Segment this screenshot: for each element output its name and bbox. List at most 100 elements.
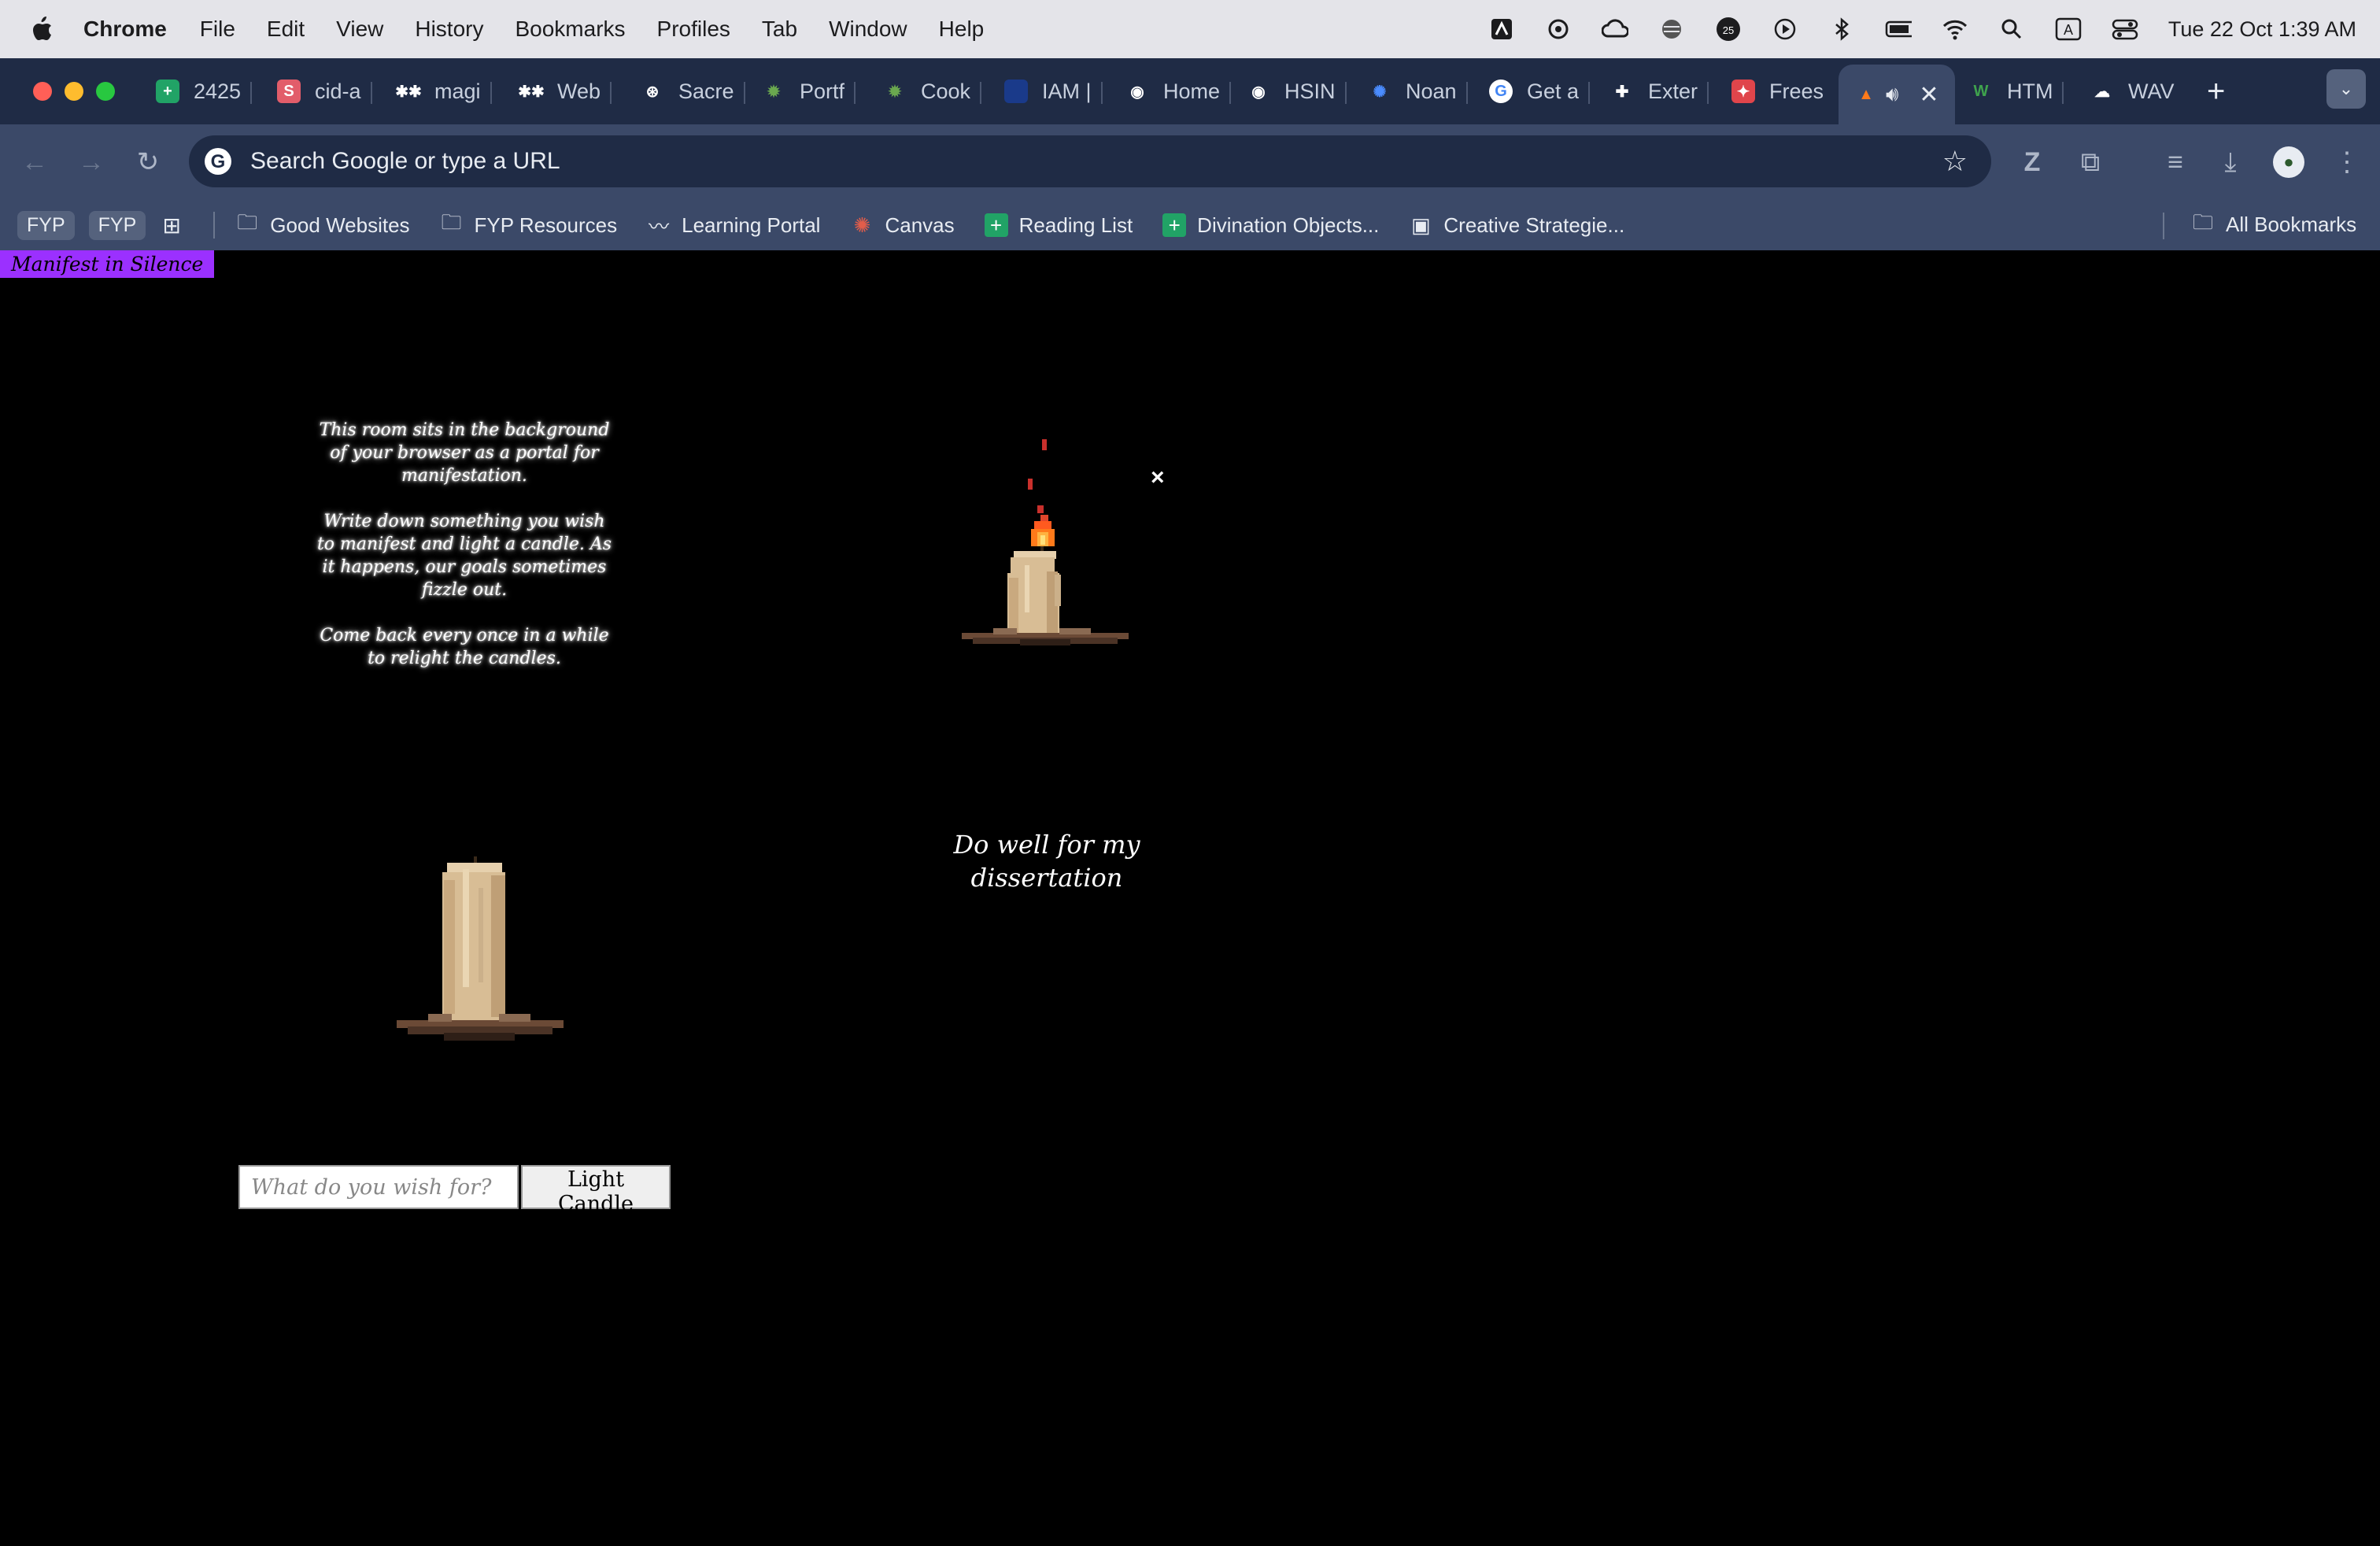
tab-get-a[interactable]: G Get a [1489,68,1591,115]
new-tab-button[interactable]: + [2207,68,2225,115]
s-icon: S [277,80,301,103]
wish-caption: Do well for my dissertation [953,830,1140,893]
tab-web[interactable]: ✱✱ Web [518,68,612,115]
menu-bookmarks[interactable]: Bookmarks [515,17,625,42]
battery-icon[interactable] [1885,16,1912,43]
intro-text: This room sits in the background of your… [315,419,614,693]
input-source-icon[interactable]: A [2055,16,2082,43]
minimize-window-icon[interactable] [65,82,83,101]
openai-icon[interactable] [1545,16,1572,43]
bookmark-fyp-pill[interactable]: FYP [17,210,75,240]
tab-label: Exter [1648,79,1698,103]
menu-view[interactable]: View [336,17,383,42]
forward-arrow-icon[interactable]: → [76,146,107,178]
apps-grid-icon[interactable]: ⊞ [160,213,194,238]
spotlight-search-icon[interactable] [1998,16,2025,43]
bookmark-label: Canvas [885,213,955,237]
download-icon[interactable]: ⤓ [2215,146,2246,178]
bookmark-creative-strategie[interactable]: ▣ Creative Strategie... [1409,213,1624,238]
control-center-icon[interactable] [2112,16,2138,43]
puzzle-icon: ✚ [1615,83,1629,101]
bluetooth-icon[interactable] [1828,16,1855,43]
svg-text:A: A [2064,22,2073,38]
tab-exter[interactable]: ✚ Exter [1610,68,1709,115]
bookmark-label: Learning Portal [682,213,821,237]
bookmark-reading-list[interactable]: + Reading List [984,213,1133,238]
app-menu-chrome[interactable]: Chrome [83,17,167,42]
tab-wav[interactable]: ☁ WAV [2090,68,2175,115]
media-queue-icon[interactable]: ≡ [2160,146,2191,178]
tab-frees[interactable]: ✦ Frees [1731,68,1824,115]
bookmark-fyp-pill[interactable]: FYP [88,210,146,240]
menu-help[interactable]: Help [939,17,985,42]
tab-magi[interactable]: ✱✱ magi [395,68,492,115]
menu-edit[interactable]: Edit [267,17,305,42]
address-bar[interactable]: G Search Google or type a URL ☆ [189,135,1991,187]
badge-counter-icon[interactable]: 25 [1715,16,1742,43]
bookmark-divination-objects[interactable]: + Divination Objects... [1162,213,1379,238]
folder-icon: 🗀︎ [237,210,258,234]
tab-2425[interactable]: +2425 [156,68,253,115]
menu-profiles[interactable]: Profiles [657,17,730,42]
remove-candle-close-icon[interactable]: × [1151,464,1165,491]
tab-strip: +2425 Scid-a ✱✱ magi ✱✱ Web ⊛ Sacre ✹ Portf … [0,58,2380,124]
close-tab-icon[interactable]: ✕ [1919,81,1938,109]
wish-input[interactable] [238,1165,519,1209]
apple-logo-icon[interactable] [30,16,54,43]
zoom-window-icon[interactable] [96,82,115,101]
adobe-icon[interactable] [1488,16,1515,43]
bookmark-fyp-resources[interactable]: 🗀︎ FYP Resources [440,210,618,238]
bookmark-star-icon[interactable]: ☆ [1942,145,1968,178]
tab-htm[interactable]: W HTM [1969,68,2064,115]
menu-history[interactable]: History [415,17,483,42]
google-g-icon: G [205,148,231,175]
tab-portf[interactable]: ✹ Portf [762,68,856,115]
play-icon[interactable] [1772,16,1798,43]
zotero-icon[interactable]: Z [2016,146,2048,178]
unlit-candle[interactable] [397,856,564,1044]
profile-avatar[interactable]: ● [2273,146,2304,178]
tab-iam[interactable]: IAM | [1004,68,1103,115]
bookmark-canvas[interactable]: ✺ Canvas [850,213,955,238]
sheets-icon: + [984,213,1008,237]
bookmark-label: Reading List [1018,213,1133,237]
tab-label: Portf [800,79,845,103]
bookmark-learning-portal[interactable]: 〰 Learning Portal [647,213,821,239]
menu-clock[interactable]: Tue 22 Oct 1:39 AM [2168,17,2356,42]
tab-noan[interactable]: ✺ Noan [1368,68,1468,115]
tab-label: Frees [1769,79,1824,103]
light-candle-button[interactable]: Light Candle [521,1165,671,1216]
tab-label: Home [1163,79,1221,103]
menu-tab[interactable]: Tab [762,17,797,42]
tab-search-chevron-icon[interactable]: ⌄ [2326,69,2366,109]
google-icon: G [1489,80,1513,103]
tab-home[interactable]: ◉ Home [1125,68,1232,115]
asterisk-icon: ✱✱ [518,83,545,101]
tab-label: 2425 [194,79,242,103]
back-arrow-icon[interactable]: ← [19,146,50,178]
speaker-icon[interactable]: 🔊︎ [1886,82,1898,107]
eye-icon: ◉ [1130,83,1144,101]
bookmark-good-websites[interactable]: 🗀︎ Good Websites [235,210,409,238]
tab-sacre[interactable]: ⊛ Sacre [641,68,745,115]
globe-icon[interactable] [1658,16,1685,43]
cloud-sync-icon[interactable] [1601,16,1628,43]
shield-icon [1004,80,1028,103]
extensions-puzzle-icon[interactable]: ⧉ [2075,146,2106,178]
tab-hsin[interactable]: ◉ HSIN [1247,68,1347,115]
tab-cook[interactable]: ✹ Cook [883,68,982,115]
menu-file[interactable]: File [200,17,235,42]
close-window-icon[interactable] [33,82,52,101]
reload-icon[interactable]: ↻ [132,146,164,178]
tab-manifest-active[interactable]: ▲ 🔊︎ ✕ [1839,65,1955,124]
tab-label: Noan [1406,79,1457,103]
more-menu-icon[interactable]: ⋮ [2331,146,2363,178]
all-bookmarks[interactable]: 🗀︎ All Bookmarks [2191,210,2356,237]
wifi-icon[interactable] [1942,16,1968,43]
menu-window[interactable]: Window [829,17,907,42]
lit-candle[interactable] [962,439,1129,645]
freesound-icon: ✦ [1731,80,1755,103]
site-title-badge[interactable]: Manifest in Silence [0,250,215,278]
bookmark-label: Divination Objects... [1197,213,1380,237]
tab-cid[interactable]: Scid-a [277,68,372,115]
